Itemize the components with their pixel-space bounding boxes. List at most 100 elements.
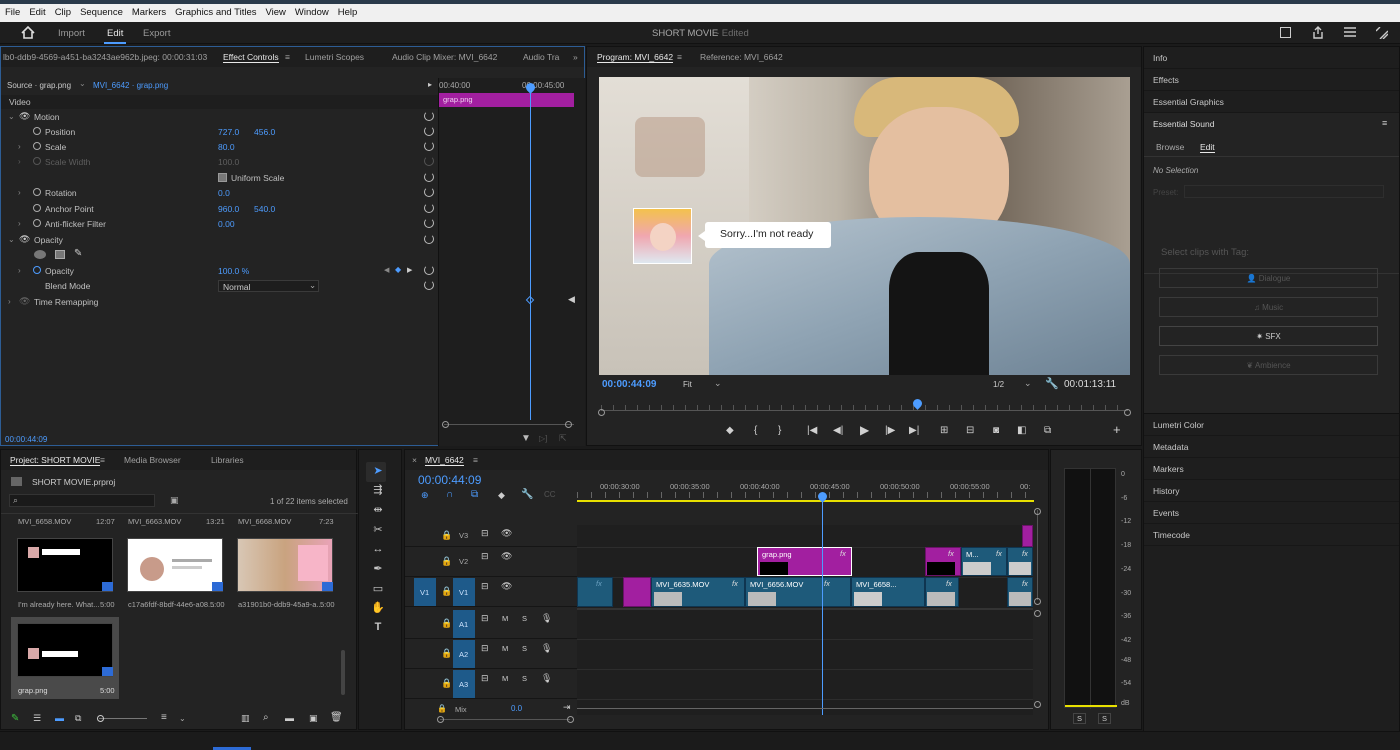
- tab-audio-clip-mixer[interactable]: Audio Clip Mixer: MVI_6642: [392, 52, 497, 62]
- panel-menu-icon[interactable]: ≡: [285, 52, 290, 62]
- tab-lumetri-scopes[interactable]: Lumetri Scopes: [305, 52, 364, 62]
- microphone-icon[interactable]: 🎙: [541, 613, 552, 624]
- tag-music-button[interactable]: ♫ Music: [1159, 297, 1378, 317]
- mute-button[interactable]: M: [502, 674, 508, 683]
- program-timecode[interactable]: 00:00:44:09: [602, 379, 656, 390]
- step-back-icon[interactable]: ◀|: [833, 425, 843, 436]
- tab-effect-controls[interactable]: Effect Controls: [223, 52, 279, 63]
- tab-browse[interactable]: Browse: [1156, 142, 1184, 152]
- panel-markers[interactable]: Markers: [1144, 458, 1399, 480]
- add-marker-icon[interactable]: ◆: [726, 425, 734, 436]
- toggle-sync-icon[interactable]: ⊟: [481, 551, 489, 562]
- keyframe-nav-icon[interactable]: ◀: [568, 294, 575, 305]
- timeline-clip[interactable]: fx: [925, 547, 961, 576]
- motion-row[interactable]: ⌄ 👁 Motion: [1, 110, 438, 125]
- timeline-clip[interactable]: MVI_6656.MOV fx: [745, 577, 851, 607]
- hand-tool-icon[interactable]: ✋: [371, 601, 385, 615]
- list-view-icon[interactable]: ☰: [33, 713, 41, 724]
- add-marker-icon[interactable]: ◆: [498, 490, 505, 501]
- mark-in-icon[interactable]: {: [754, 425, 757, 436]
- chevron-down-icon[interactable]: ⌄: [8, 112, 15, 121]
- tab-import[interactable]: Import: [58, 28, 85, 39]
- menu-file[interactable]: File: [0, 4, 24, 18]
- solo-button[interactable]: S: [522, 674, 527, 683]
- menu-clip[interactable]: Clip: [50, 4, 75, 18]
- new-bin-icon[interactable]: ▣: [170, 495, 179, 506]
- panel-essential-graphics[interactable]: Essential Graphics: [1144, 91, 1399, 113]
- video-vscroll[interactable]: [1037, 510, 1038, 600]
- pencil-icon[interactable]: ✎: [11, 713, 19, 724]
- vscroll-handle[interactable]: [1034, 598, 1041, 605]
- chevron-right-icon[interactable]: ›: [8, 297, 11, 306]
- track-target-a3[interactable]: A3: [453, 670, 475, 698]
- eye-icon[interactable]: 👁: [501, 528, 512, 539]
- toggle-sync-icon[interactable]: ⊟: [481, 673, 489, 684]
- lock-icon[interactable]: 🔒: [441, 648, 452, 659]
- go-to-in-icon[interactable]: |◀: [807, 425, 817, 436]
- reset-icon[interactable]: [424, 234, 434, 244]
- toggle-sync-icon[interactable]: ⊟: [481, 643, 489, 654]
- blend-mode-select[interactable]: Normal ⌄: [218, 280, 319, 292]
- comparison-icon[interactable]: ◧: [1017, 425, 1026, 436]
- anchor-x-value[interactable]: 960.0: [218, 204, 239, 214]
- timeline-clip[interactable]: fx: [577, 577, 613, 607]
- timeline-clip[interactable]: fx: [925, 577, 959, 607]
- scroll-end[interactable]: [1124, 409, 1131, 416]
- tag-sfx-button[interactable]: ✷ SFX: [1159, 326, 1378, 346]
- stopwatch-icon[interactable]: [33, 142, 41, 150]
- stopwatch-icon[interactable]: [33, 204, 41, 212]
- eye-icon[interactable]: 👁: [501, 551, 512, 562]
- snap-icon[interactable]: ∩: [446, 489, 453, 500]
- program-scrubber[interactable]: [601, 410, 1128, 411]
- sequence-clip-label[interactable]: MVI_6642 · grap.png: [93, 81, 168, 90]
- tab-program[interactable]: Program: MVI_6642: [597, 52, 674, 63]
- reset-icon[interactable]: [424, 203, 434, 213]
- lock-icon[interactable]: 🔒: [437, 704, 447, 713]
- nest-icon[interactable]: ⊕: [421, 490, 429, 501]
- menu-markers[interactable]: Markers: [127, 4, 170, 18]
- reset-icon[interactable]: [424, 265, 434, 275]
- tab-project[interactable]: Project: SHORT MOVIE: [10, 455, 101, 466]
- program-video-frame[interactable]: Sorry...I'm not ready: [599, 77, 1130, 375]
- opacity-group-row[interactable]: ⌄ 👁 Opacity: [1, 233, 438, 248]
- selection-tool-icon[interactable]: ➤: [371, 464, 385, 478]
- vscroll-handle[interactable]: [1034, 508, 1041, 515]
- play-icon[interactable]: ▶: [860, 423, 869, 437]
- resolution-select[interactable]: 1/2 ⌄: [989, 378, 1037, 391]
- tab-audio-track[interactable]: Audio Tra: [523, 52, 559, 62]
- position-y-value[interactable]: 456.0: [254, 127, 275, 137]
- lock-icon[interactable]: 🔒: [441, 530, 452, 541]
- anchor-y-value[interactable]: 540.0: [254, 204, 275, 214]
- timeline-clip[interactable]: M... fx: [961, 547, 1007, 576]
- ec-scroll-start[interactable]: [442, 421, 449, 428]
- timeline-clip[interactable]: MVI_6658...: [851, 577, 925, 607]
- reset-icon[interactable]: [424, 141, 434, 151]
- project-scrollbar[interactable]: [341, 650, 345, 695]
- new-item-icon[interactable]: ▣: [309, 713, 318, 724]
- preset-select[interactable]: [1184, 185, 1384, 198]
- bin-thumbnail[interactable]: [127, 538, 223, 592]
- ec-playhead[interactable]: [530, 85, 531, 420]
- panel-metadata[interactable]: Metadata: [1144, 436, 1399, 458]
- reset-icon[interactable]: [424, 187, 434, 197]
- ellipse-mask-icon[interactable]: [34, 250, 46, 259]
- vscroll-handle[interactable]: [1034, 701, 1041, 708]
- stopwatch-icon[interactable]: [33, 219, 41, 227]
- add-keyframe-icon[interactable]: ◆: [395, 265, 401, 274]
- reset-icon[interactable]: [424, 280, 434, 290]
- timeline-playhead[interactable]: [822, 496, 823, 715]
- eye-icon[interactable]: 👁: [501, 581, 512, 592]
- slip-tool-icon[interactable]: ↔: [371, 543, 385, 557]
- source-patch-v1[interactable]: V1: [414, 578, 436, 606]
- rectangle-tool-icon[interactable]: ▭: [371, 582, 385, 596]
- home-icon[interactable]: [21, 26, 35, 39]
- toggle-sync-icon[interactable]: ⊟: [481, 528, 489, 539]
- more-tabs-icon[interactable]: »: [573, 52, 578, 62]
- toggle-sync-icon[interactable]: ⊟: [481, 613, 489, 624]
- timeline-ruler[interactable]: 00:00:30:00 00:00:35:00 00:00:40:00 00:0…: [577, 480, 1037, 502]
- timeline-hscroll[interactable]: [440, 719, 570, 720]
- panel-events[interactable]: Events: [1144, 502, 1399, 524]
- chevron-right-icon[interactable]: ›: [18, 188, 21, 197]
- linked-selection-icon[interactable]: ⧉: [471, 489, 478, 500]
- quick-export-icon[interactable]: [1280, 27, 1291, 38]
